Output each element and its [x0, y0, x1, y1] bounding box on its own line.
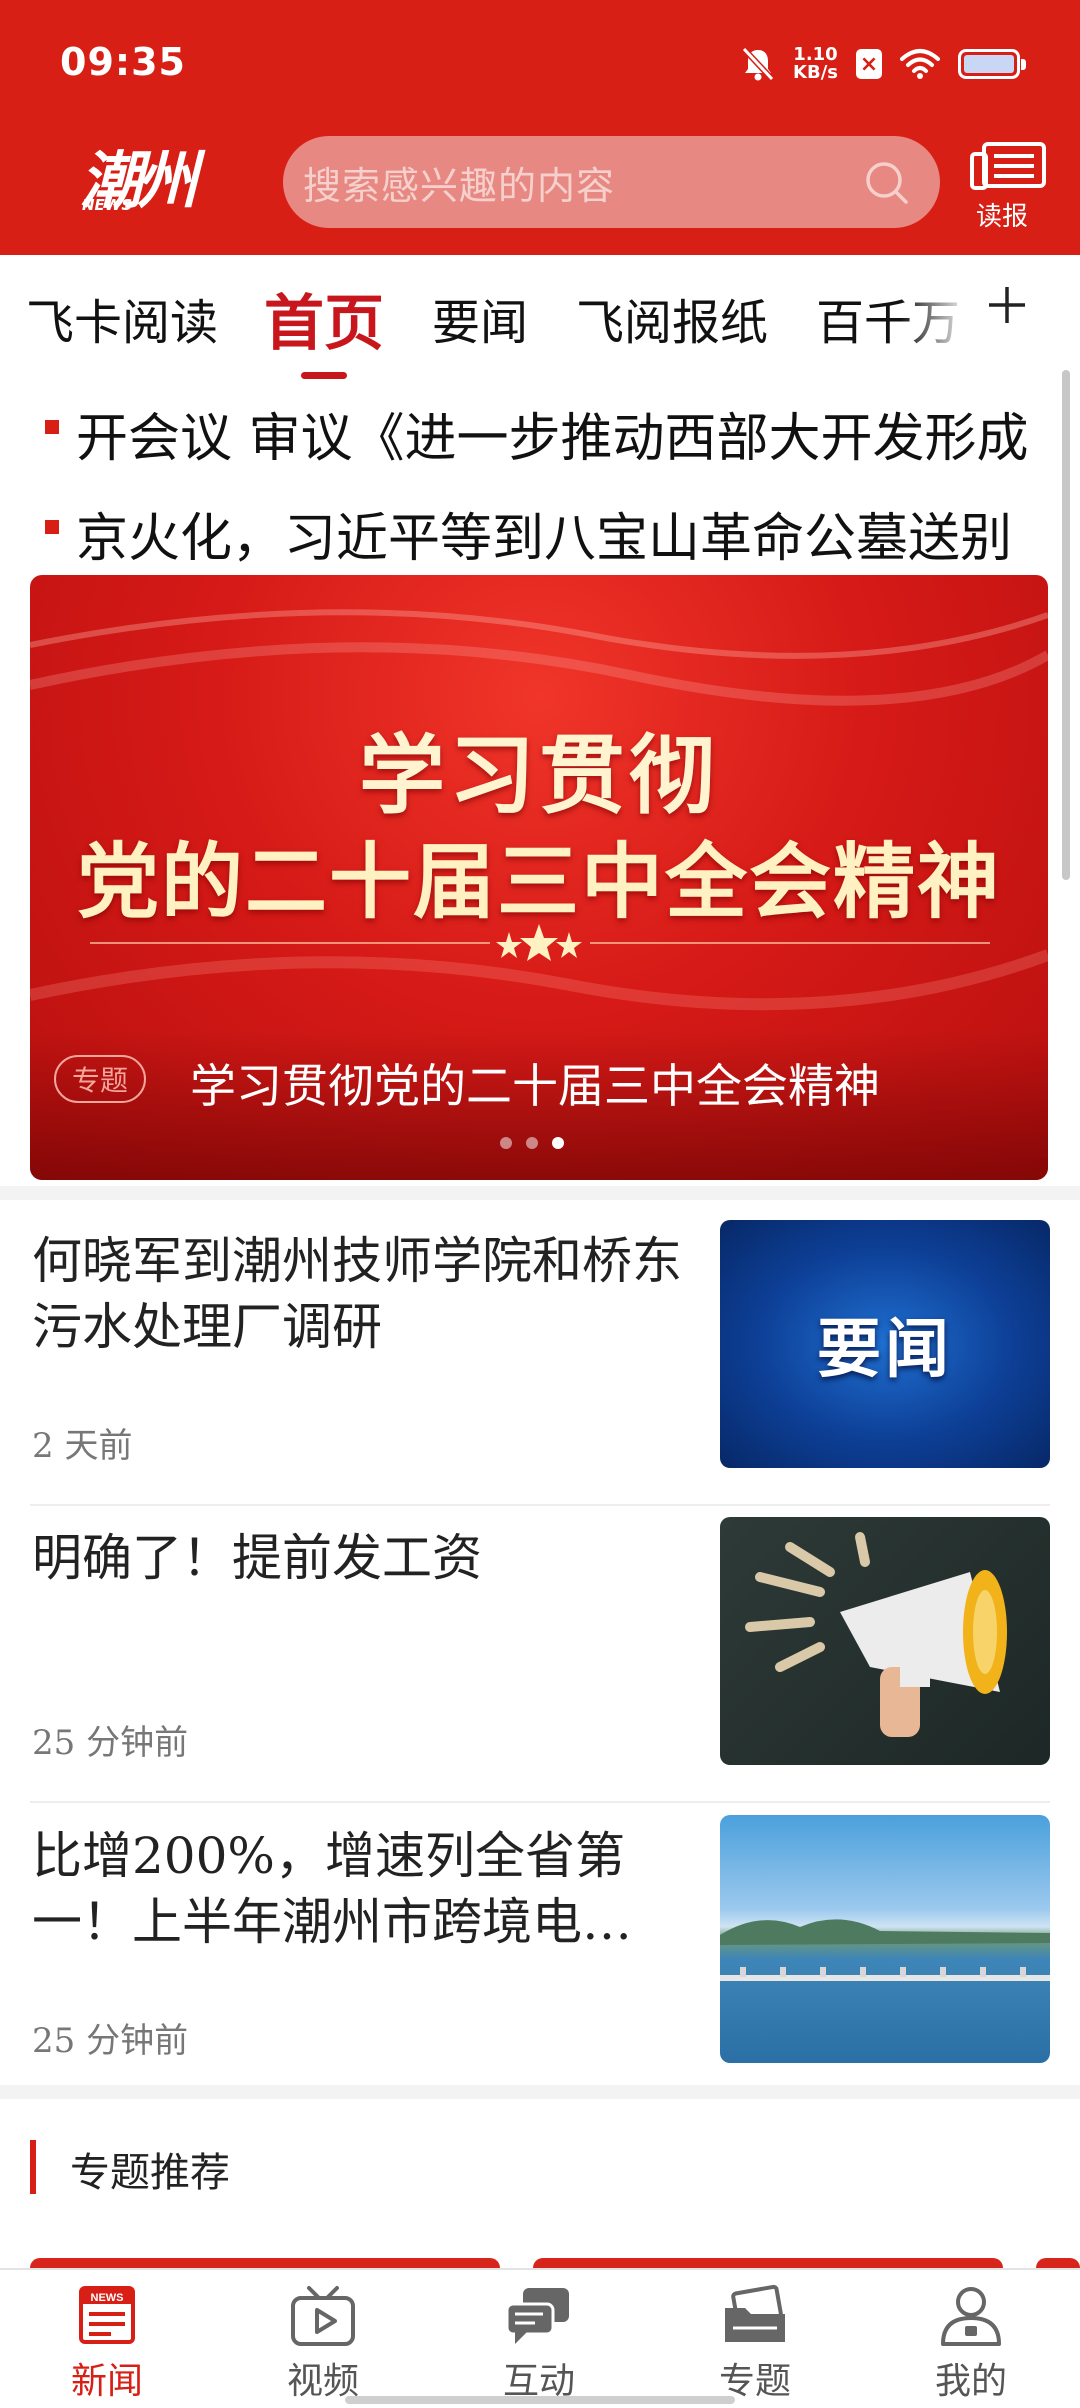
- tab-headlines[interactable]: 要闻: [432, 283, 528, 353]
- scrollbar[interactable]: [1062, 370, 1070, 880]
- news-title: 何晓军到潮州技师学院和桥东污水处理厂调研: [32, 1232, 682, 1356]
- lake-bridge-image: [720, 1919, 1050, 1981]
- news-thumbnail: [720, 1517, 1050, 1765]
- app-header: 09:35 1.10 KB/s × 潮州 NEWS 搜索感兴趣的内容 读报: [0, 0, 1080, 255]
- svg-text:NEWS: NEWS: [91, 2292, 124, 2304]
- add-channel-icon[interactable]: [985, 283, 1029, 327]
- ticker-text: 京火化，习近平等到八宝山革命公墓送别: [76, 509, 1013, 569]
- topics-section-title: 专题推荐: [70, 2150, 230, 2196]
- banner-caption: 学习贯彻党的二十届三中全会精神: [190, 1059, 880, 1113]
- nav-video[interactable]: 视频: [248, 2270, 398, 2408]
- net-speed-indicator: 1.10 KB/s: [793, 46, 838, 82]
- news-thumbnail: 要闻: [720, 1220, 1050, 1468]
- carousel-dots: [500, 1137, 564, 1149]
- read-paper-button[interactable]: 读报: [968, 140, 1050, 232]
- news-title: 明确了！提前发工资: [32, 1529, 482, 1587]
- home-indicator[interactable]: [345, 2396, 735, 2404]
- news-time: 2 天前: [32, 1426, 133, 1466]
- status-icons: 1.10 KB/s ×: [741, 40, 1026, 88]
- section-accent-bar: [30, 2140, 36, 2194]
- banner-headline-line1: 学习贯彻: [359, 725, 719, 826]
- nav-label: 新闻: [70, 2361, 143, 2402]
- status-time: 09:35: [60, 40, 186, 84]
- banner-headline-line2: 党的二十届三中全会精神: [76, 834, 1001, 930]
- nav-interact[interactable]: 互动: [464, 2270, 614, 2408]
- read-paper-label: 读报: [976, 202, 1029, 232]
- news-thumbnail: [720, 1815, 1050, 2063]
- bottom-navigation: NEWS 新闻 视频 互动 专题 我的: [0, 2268, 1080, 2408]
- folder-icon: [725, 2284, 785, 2342]
- megaphone-icon: [745, 1532, 1007, 1737]
- tabs-fade: [900, 255, 970, 375]
- ticker-item[interactable]: 京火化，习近平等到八宝山革命公墓送别: [0, 478, 1080, 578]
- app-logo: 潮州 NEWS: [66, 130, 216, 240]
- video-icon: [291, 2286, 355, 2346]
- carousel-dot: [526, 1137, 538, 1149]
- nav-profile[interactable]: 我的: [896, 2270, 1046, 2408]
- bullet-icon: [45, 520, 59, 534]
- battery-icon: [958, 49, 1026, 79]
- nav-news[interactable]: NEWS 新闻: [32, 2270, 182, 2408]
- news-icon: NEWS: [79, 2286, 135, 2344]
- nav-topics[interactable]: 专题: [680, 2270, 830, 2408]
- search-icon[interactable]: [862, 158, 910, 206]
- thumbnail-label: 要闻: [817, 1313, 953, 1387]
- carousel-dot: [500, 1137, 512, 1149]
- profile-icon: [941, 2287, 1001, 2346]
- tab-home[interactable]: 首页: [264, 275, 384, 362]
- topic-tag: 专题: [54, 1055, 146, 1103]
- banner-carousel[interactable]: 学习贯彻 党的二十届三中全会精神 专题 学习贯彻党的二十届三中全会精神: [30, 575, 1048, 1180]
- news-time: 25 分钟前: [32, 2021, 189, 2061]
- bullet-icon: [45, 420, 59, 434]
- search-input[interactable]: 搜索感兴趣的内容: [283, 136, 940, 228]
- net-speed-unit: KB/s: [793, 62, 838, 83]
- news-item[interactable]: 明确了！提前发工资 25 分钟前: [0, 1507, 1080, 1803]
- nav-label: 我的: [934, 2361, 1007, 2402]
- tab-feika-reading[interactable]: 飞卡阅读: [26, 283, 218, 353]
- news-item[interactable]: 比增200%，增速列全省第一！上半年潮州市跨境电… 25 分钟前: [0, 1805, 1080, 2101]
- section-divider: [0, 2085, 1080, 2099]
- x-box-icon: ×: [856, 49, 882, 79]
- logo-subtext: NEWS: [82, 196, 133, 214]
- news-item[interactable]: 何晓军到潮州技师学院和桥东污水处理厂调研 2 天前 要闻: [0, 1210, 1080, 1506]
- star-decoration-icon: [496, 924, 582, 961]
- tab-newspaper[interactable]: 飞阅报纸: [576, 283, 768, 353]
- news-time: 25 分钟前: [32, 1723, 189, 1763]
- chat-icon: [505, 2288, 569, 2344]
- ticker-text: 开会议 审议《进一步推动西部大开发形成: [76, 409, 1029, 469]
- newspaper-icon: [970, 142, 1046, 190]
- news-title: 比增200%，增速列全省第一！上半年潮州市跨境电…: [32, 1827, 632, 1951]
- carousel-dot-active: [552, 1137, 564, 1149]
- item-separator: [30, 1801, 1050, 1803]
- item-separator: [30, 1504, 1050, 1506]
- search-placeholder: 搜索感兴趣的内容: [303, 163, 616, 208]
- section-divider: [0, 1186, 1080, 1200]
- bell-muted-icon: [741, 46, 775, 82]
- wifi-icon: [900, 49, 940, 79]
- ticker-item[interactable]: 开会议 审议《进一步推动西部大开发形成: [0, 378, 1080, 478]
